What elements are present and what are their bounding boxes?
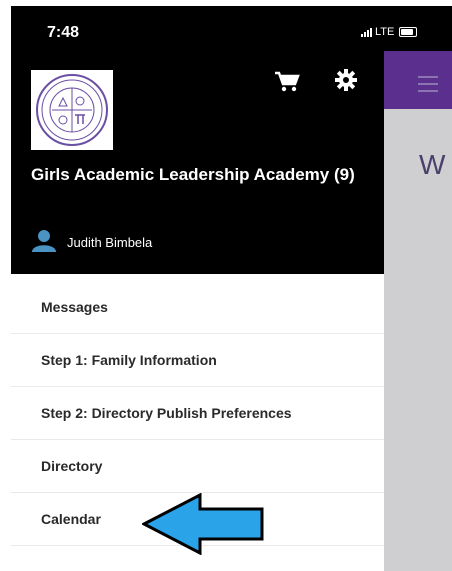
school-name: Girls Academic Leadership Academy (9) — [31, 165, 355, 184]
hamburger-icon[interactable] — [418, 76, 438, 97]
status-indicators: LTE — [361, 26, 418, 38]
user-name: Judith Bimbela — [67, 235, 153, 250]
phone-screen: W 7:48 LTE Girls Academic Leadership Aca… — [11, 6, 452, 571]
page-greeting: W — [419, 149, 446, 180]
school-logo — [31, 70, 113, 150]
arrow-pointer — [140, 492, 266, 560]
menu-item-messages[interactable]: Messages — [11, 281, 384, 334]
signal-icon — [361, 27, 372, 37]
user-icon — [31, 228, 57, 257]
navigation-drawer: 7:48 LTE Girls Academic Leadership Acade… — [11, 6, 418, 571]
gear-icon[interactable] — [335, 69, 357, 96]
status-time: 7:48 — [47, 24, 80, 41]
cart-icon[interactable] — [274, 71, 300, 98]
menu-item-family-information[interactable]: Step 1: Family Information — [11, 334, 384, 387]
battery-icon — [399, 27, 418, 37]
menu-item-directory-publish-preferences[interactable]: Step 2: Directory Publish Preferences — [11, 387, 384, 440]
network-label: LTE — [375, 26, 395, 38]
user-profile[interactable]: Judith Bimbela — [31, 228, 152, 257]
menu-item-directory[interactable]: Directory — [11, 440, 384, 493]
drawer-header: 7:48 LTE Girls Academic Leadership Acade… — [11, 6, 418, 274]
